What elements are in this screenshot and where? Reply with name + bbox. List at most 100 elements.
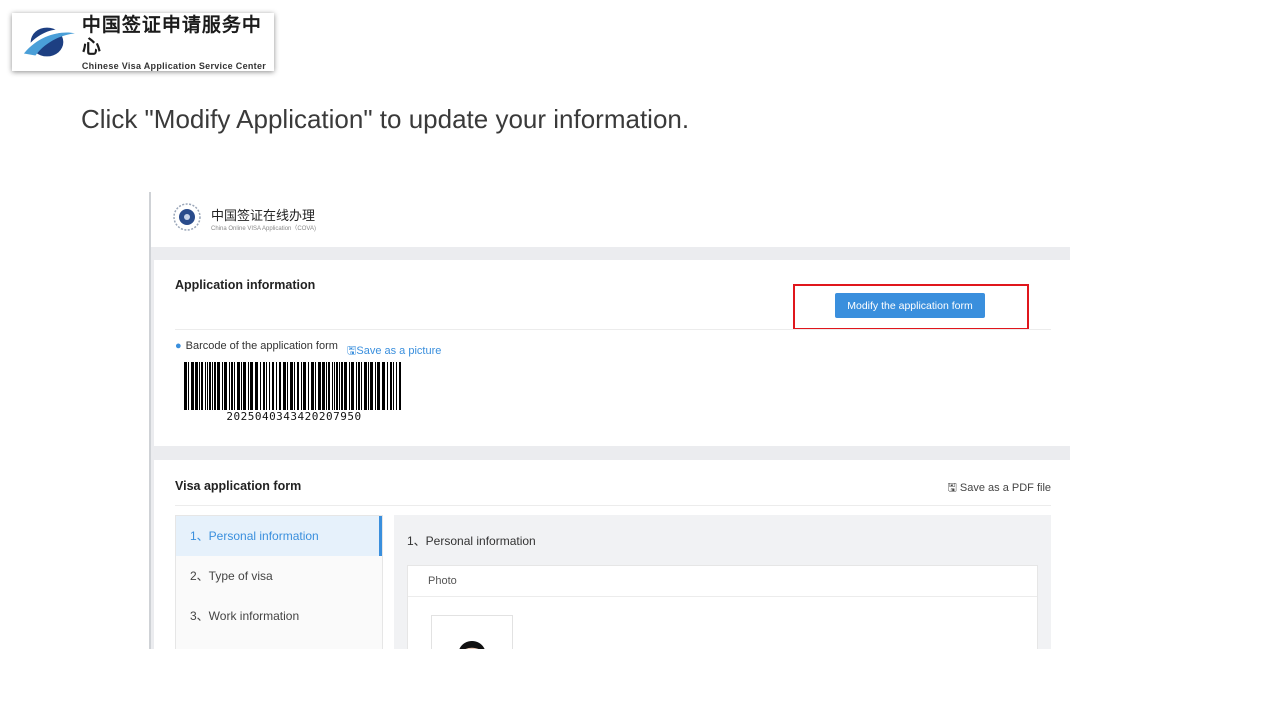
barcode-bar [207, 362, 208, 410]
barcode-bar [205, 362, 206, 410]
barcode-bar [255, 362, 258, 410]
barcode-bar [276, 362, 277, 410]
barcode-bar [241, 362, 242, 410]
barcode-bar [250, 362, 253, 410]
barcode-bar [375, 362, 376, 410]
barcode-bar [370, 362, 373, 410]
barcode-bar [184, 362, 187, 410]
barcode-bar [266, 362, 267, 410]
nav-item-type-of-visa[interactable]: 2、Type of visa [176, 556, 382, 596]
barcode-bar [377, 362, 380, 410]
instruction-text: Click "Modify Application" to update you… [81, 104, 690, 134]
barcode-bar [332, 362, 333, 410]
site-title: 中国签证在线办理 [211, 209, 316, 224]
bullet-icon: ● [175, 340, 182, 352]
barcode-bar [322, 362, 325, 410]
person-photo-icon [459, 641, 485, 649]
barcode-bar [336, 362, 338, 410]
cvasc-logo: 中国签证申请服务中心 Chinese Visa Application Serv… [12, 13, 274, 71]
barcode-bar [222, 362, 223, 410]
divider [175, 505, 1051, 506]
barcode-bar [396, 362, 397, 410]
barcode-bar [301, 362, 302, 410]
barcode-label-text: Barcode of the application form [185, 340, 338, 352]
barcode-bar [349, 362, 350, 410]
barcode-bar [303, 362, 306, 410]
visa-application-form-title: Visa application form [175, 479, 302, 493]
barcode-bar [356, 362, 357, 410]
save-as-picture-link[interactable]: 🖫Save as a picture [347, 342, 441, 361]
barcode-bar [234, 362, 235, 410]
barcode-bar [217, 362, 220, 410]
save-icon: 🖫 [347, 345, 357, 357]
barcode-label: ● Barcode of the application form [175, 340, 338, 352]
save-icon: 🖫 [947, 482, 957, 494]
form-content-panel: 1、Personal information Photo [394, 515, 1051, 649]
barcode-bar [361, 362, 362, 410]
barcode-bar [315, 362, 316, 410]
barcode-bar [341, 362, 343, 410]
nav-item-work-information[interactable]: 3、Work information [176, 596, 382, 636]
barcode-bar [339, 362, 340, 410]
barcode-bar [344, 362, 347, 410]
cova-screenshot: 中国签证在线办理 China Online VISA Application（C… [149, 192, 1070, 649]
barcode-bar [283, 362, 286, 410]
logo-chinese-text: 中国签证申请服务中心 [81, 13, 262, 58]
form-section-nav: 1、Personal information 2、Type of visa 3、… [175, 515, 383, 649]
barcode-bar [334, 362, 335, 410]
barcode-bar [191, 362, 194, 410]
barcode-bar [212, 362, 213, 410]
save-as-pdf-link[interactable]: 🖫 Save as a PDF file [947, 479, 1051, 498]
applicant-photo [431, 615, 513, 649]
barcode-bar [248, 362, 249, 410]
section-title: 1、Personal information [407, 534, 536, 548]
barcode-bar [368, 362, 369, 410]
logo-english-text: Chinese Visa Application Service Center [81, 60, 267, 71]
barcode-bar [358, 362, 360, 410]
barcode-bar [237, 362, 240, 410]
barcode-bar [290, 362, 293, 410]
divider [408, 596, 1037, 597]
barcode-bar [351, 362, 354, 410]
barcode-bar [318, 362, 321, 410]
barcode-bar [231, 362, 233, 410]
save-as-pdf-text: Save as a PDF file [959, 482, 1051, 494]
barcode-bar [195, 362, 198, 410]
photo-label: Photo [428, 575, 457, 587]
barcode-bar [263, 362, 265, 410]
barcode-bar [390, 362, 392, 410]
barcode-bar [399, 362, 401, 410]
visa-application-form-card: Visa application form 🖫 Save as a PDF fi… [154, 460, 1070, 649]
nav-item-personal-information[interactable]: 1、Personal information [176, 516, 382, 556]
barcode-bar [260, 362, 261, 410]
barcode-bar [272, 362, 274, 410]
barcode-bar [308, 362, 309, 410]
barcode-bar [188, 362, 189, 410]
barcode-number: 2025040343420207950 [226, 410, 362, 423]
barcode-bar [209, 362, 211, 410]
barcode-bar [326, 362, 327, 410]
save-as-picture-text: Save as a picture [356, 345, 442, 357]
swoosh-logo-icon [23, 27, 75, 57]
barcode-bar [214, 362, 216, 410]
barcode-bar [364, 362, 367, 410]
barcode-bar [229, 362, 230, 410]
barcode-bar [224, 362, 227, 410]
application-information-card: Application information Modify the appli… [154, 260, 1070, 446]
barcode-bar [243, 362, 246, 410]
emblem-icon [173, 203, 201, 231]
divider [175, 329, 1051, 330]
barcode-bar [328, 362, 330, 410]
barcode-bar [294, 362, 295, 410]
highlight-box [793, 284, 1029, 330]
barcode-bar [393, 362, 394, 410]
barcode-image [184, 362, 401, 410]
barcode-bar [199, 362, 200, 410]
site-subtitle: China Online VISA Application（COVA) [211, 226, 316, 232]
application-information-title: Application information [175, 278, 316, 292]
barcode-bar [287, 362, 288, 410]
photo-section: Photo [407, 565, 1038, 649]
barcode-bar [297, 362, 299, 410]
barcode-bar [201, 362, 203, 410]
site-header: 中国签证在线办理 China Online VISA Application（C… [151, 192, 1070, 247]
